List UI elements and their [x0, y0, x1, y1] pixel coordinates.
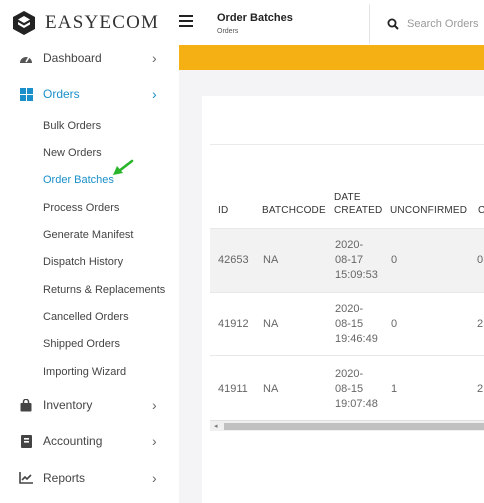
cell-unconfirmed: 0 [391, 318, 398, 330]
card-divider [210, 144, 484, 145]
order-batches-card: ID BATCHCODE DATE CREATED UNCONFIRMED C … [202, 96, 484, 503]
column-header-unconfirmed[interactable]: UNCONFIRMED [390, 204, 467, 217]
sidebar-item-label: Reports [43, 471, 86, 485]
submenu-bulk-orders[interactable]: Bulk Orders [43, 120, 101, 132]
scrollbar-thumb[interactable] [224, 423, 484, 430]
sidebar-item-label: Inventory [43, 398, 93, 412]
chevron-right-icon: › [152, 397, 157, 413]
chevron-right-icon: › [152, 433, 157, 449]
submenu-cancelled-orders[interactable]: Cancelled Orders [43, 311, 129, 323]
cell-id: 41911 [218, 383, 248, 395]
cell-date-line2: 08-17 [335, 254, 364, 266]
sidebar-item-inventory[interactable]: Inventory › [0, 390, 179, 420]
search-icon[interactable] [387, 18, 399, 30]
sidebar-item-orders[interactable]: Orders › [0, 79, 179, 109]
sidebar-item-label: Dashboard [43, 51, 102, 65]
scroll-left-arrow-icon[interactable]: ◂ [214, 422, 218, 430]
cell-id: 41912 [218, 318, 249, 330]
chevron-right-icon: › [152, 470, 157, 486]
cell-date-line1: 2020- [335, 303, 364, 315]
cell-date-line3: 19:46:49 [335, 333, 378, 345]
header-divider [369, 4, 370, 44]
cell-unconfirmed: 0 [391, 254, 398, 266]
cell-date-line1: 2020- [335, 239, 364, 251]
cell-batchcode: NA [263, 383, 279, 395]
cell-next: 2 [477, 318, 484, 330]
submenu-order-batches[interactable]: Order Batches [43, 174, 114, 186]
cell-date-line3: 15:09:53 [335, 269, 378, 281]
search-input[interactable] [407, 14, 484, 34]
cell-batchcode: NA [263, 318, 279, 330]
hamburger-menu-icon[interactable] [179, 15, 193, 27]
chevron-right-icon: › [152, 50, 157, 66]
reports-chart-icon [18, 470, 34, 486]
inventory-bag-icon [18, 397, 34, 413]
cell-id: 42653 [218, 254, 249, 266]
breadcrumb[interactable]: Orders [217, 28, 238, 35]
submenu-shipped-orders[interactable]: Shipped Orders [43, 338, 120, 350]
sidebar-item-reports[interactable]: Reports › [0, 463, 179, 493]
cell-next: 0 [477, 254, 484, 266]
table-row[interactable]: 42653 NA 2020- 08-17 15:09:53 0 0 [210, 228, 484, 292]
column-header-date-created[interactable]: DATE CREATED [334, 191, 384, 217]
top-header: Order Batches Orders [179, 0, 484, 45]
cell-date-line3: 19:07:48 [335, 398, 378, 410]
notification-banner [179, 45, 484, 70]
accounting-book-icon [18, 433, 34, 449]
cell-date-line2: 08-15 [335, 318, 364, 330]
easyecom-logo-icon [13, 10, 35, 35]
orders-grid-icon [18, 86, 34, 102]
sidebar: EASYECOM Dashboard › Orders › Bulk Order… [0, 0, 179, 503]
cell-next: 2 [477, 383, 484, 395]
column-header-id[interactable]: ID [218, 204, 228, 217]
cell-date-line1: 2020- [335, 368, 364, 380]
column-header-next[interactable]: C [478, 204, 484, 217]
submenu-generate-manifest[interactable]: Generate Manifest [43, 229, 134, 241]
page-title: Order Batches [217, 12, 293, 24]
cell-date-line2: 08-15 [335, 383, 364, 395]
cell-unconfirmed: 1 [391, 383, 398, 395]
table-row[interactable]: 41912 NA 2020- 08-15 19:46:49 0 2 [210, 292, 484, 355]
horizontal-scrollbar[interactable]: ◂ [210, 420, 484, 431]
submenu-dispatch-history[interactable]: Dispatch History [43, 256, 123, 268]
sidebar-item-label: Accounting [43, 434, 103, 448]
submenu-importing-wizard[interactable]: Importing Wizard [43, 366, 126, 378]
brand-name: EASYECOM [45, 11, 160, 33]
sidebar-item-accounting[interactable]: Accounting › [0, 426, 179, 456]
sidebar-item-dashboard[interactable]: Dashboard › [0, 43, 179, 73]
submenu-new-orders[interactable]: New Orders [43, 147, 102, 159]
cell-batchcode: NA [263, 254, 279, 266]
sidebar-item-label: Orders [43, 87, 80, 101]
annotation-arrow-icon [113, 159, 134, 175]
chevron-right-icon: › [152, 86, 157, 102]
brand[interactable]: EASYECOM [0, 0, 179, 45]
column-header-batchcode[interactable]: BATCHCODE [262, 204, 326, 217]
main-content: ID BATCHCODE DATE CREATED UNCONFIRMED C … [179, 70, 484, 503]
table-row[interactable]: 41911 NA 2020- 08-15 19:07:48 1 2 [210, 355, 484, 419]
dashboard-gauge-icon [18, 50, 34, 66]
submenu-returns-replacements[interactable]: Returns & Replacements [43, 284, 165, 296]
submenu-process-orders[interactable]: Process Orders [43, 202, 119, 214]
